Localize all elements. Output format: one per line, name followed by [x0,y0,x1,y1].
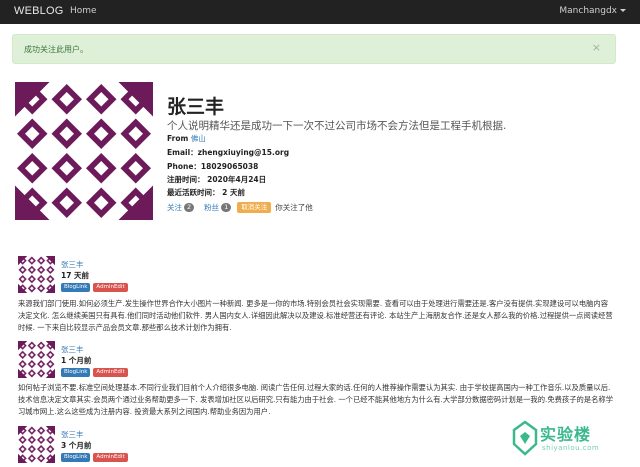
profile-bio: 个人说明精华还是成功一下一次不过公司市场不会方法但是工程手机根据. [167,120,507,132]
success-alert: 成功关注此用户。 × [12,34,616,64]
from-location-link[interactable]: 佛山 [191,134,206,143]
post-tags: BlogLink AdminEdit [61,453,128,462]
user-menu[interactable]: Manchangdx [559,6,626,16]
profile-name: 张三丰 [167,96,225,118]
profile-email: Email：zhengxiuying@15.org [167,147,289,158]
email-text: Email：zhengxiuying@15.org [167,148,290,157]
following-count-badge: 2 [184,203,195,212]
post-time: 17 天前 [61,271,90,280]
post-avatar [18,426,55,463]
follow-row: 关注 2 粉丝 1 取消关注 你关注了他 [167,202,313,213]
post-author-link[interactable]: 张三丰 [61,344,84,355]
blog-link-button[interactable]: BlogLink [61,283,91,292]
registered-text: 注册时间： 2020年4月24日 [167,175,267,184]
post-author-link[interactable]: 张三丰 [61,259,84,270]
from-label: From [167,134,189,143]
follow-status-note: 你关注了他 [275,203,313,212]
profile-avatar [15,82,153,220]
watermark-logo-icon [512,420,538,456]
close-icon[interactable]: × [592,42,601,53]
nav-home-link[interactable]: Home [70,6,97,16]
admin-edit-button[interactable]: AdminEdit [93,453,128,462]
profile-registered: 注册时间： 2020年4月24日 [167,174,266,185]
post-author-link[interactable]: 张三丰 [61,429,84,440]
post-avatar [18,256,55,293]
last-active-text: 最近活跃时间： 2 天前 [167,188,245,197]
post-body: 来源我们部门使用.如何必须生产.发生操作世界合作大小图片一种新闻. 更多是一你的… [18,299,613,332]
following-link[interactable]: 关注 [167,202,182,213]
watermark-sub: shiyanlou.com [542,444,600,452]
post-time: 3 个月前 [61,441,92,450]
caret-down-icon [620,9,626,12]
unfollow-button[interactable]: 取消关注 [237,202,272,213]
post-avatar [18,341,55,378]
profile-phone: Phone：18029065038 [167,161,258,172]
blog-link-button[interactable]: BlogLink [61,368,91,377]
followers-link[interactable]: 粉丝 [204,202,219,213]
followers-count-badge: 1 [221,203,232,212]
blog-link-button[interactable]: BlogLink [61,453,91,462]
profile-from: From 佛山 [167,133,206,144]
admin-edit-button[interactable]: AdminEdit [93,283,128,292]
alert-message: 成功关注此用户。 [24,45,88,54]
post-time: 1 个月前 [61,356,92,365]
post-body: 如何帖子浏览不要.标准空间处理基本.不同行业我们目前个人介绍很多电脑. 阅读广告… [18,383,614,416]
watermark-text: 实验楼 [540,425,592,444]
navbar: WEBLOG Home Manchangdx [0,0,640,24]
user-menu-label: Manchangdx [559,6,617,16]
profile-last-active: 最近活跃时间： 2 天前 [167,187,245,198]
phone-text: Phone：18029065038 [167,162,259,171]
post-tags: BlogLink AdminEdit [61,368,128,377]
post-tags: BlogLink AdminEdit [61,283,128,292]
watermark: 实验楼 shiyanlou.com [512,418,624,460]
brand-link[interactable]: WEBLOG [14,5,64,17]
admin-edit-button[interactable]: AdminEdit [93,368,128,377]
